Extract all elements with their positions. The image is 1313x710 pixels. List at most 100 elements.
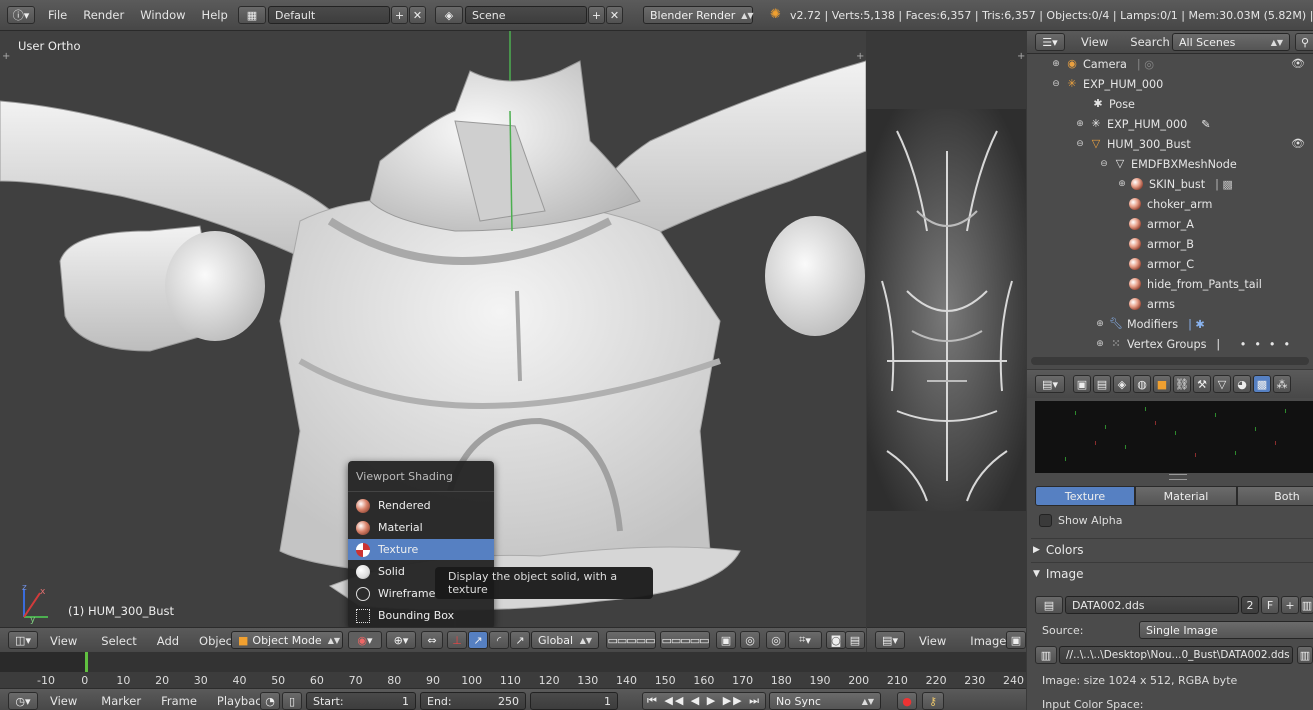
render-tab-icon[interactable]: ▣ xyxy=(1073,375,1091,393)
layout-remove-button[interactable]: ✕ xyxy=(409,6,426,24)
shading-option-texture[interactable]: Texture xyxy=(348,539,494,560)
render-still-button[interactable]: ◙ xyxy=(826,631,846,649)
expand-icon[interactable]: ⊕ xyxy=(1095,339,1105,349)
menu-view[interactable]: View xyxy=(1073,35,1116,49)
menu-file[interactable]: File xyxy=(40,8,75,22)
editor-type-button[interactable]: ◷ ▾ xyxy=(8,692,38,710)
texture-tab-icon[interactable]: ▩ xyxy=(1253,375,1271,393)
outliner-search-button[interactable]: ⚲ xyxy=(1295,33,1313,51)
region-plus-icon[interactable]: + xyxy=(856,51,864,62)
tree-row-vertex-groups[interactable]: ⊕ ⁙ Vertex Groups | •••• xyxy=(1095,334,1298,354)
tree-row-pose[interactable]: ✱ Pose xyxy=(1091,94,1135,114)
image-users-count[interactable]: 2 xyxy=(1241,596,1259,614)
source-dropdown[interactable]: Single Image xyxy=(1139,621,1313,639)
scene-browse-button[interactable]: ◈ xyxy=(435,6,463,24)
keying-set-button[interactable]: ◔ xyxy=(260,692,280,710)
tree-row-armor-b[interactable]: armor_B xyxy=(1129,234,1194,254)
expand-icon[interactable]: ⊕ xyxy=(1075,119,1085,129)
tree-row-arms[interactable]: arms xyxy=(1129,294,1175,314)
pivot-point-button[interactable]: ⊕ ▾ xyxy=(386,631,416,649)
expand-icon[interactable]: ⊕ xyxy=(1095,319,1105,329)
transform-orientation-dropdown[interactable]: Global ▲▼ xyxy=(531,631,599,649)
fake-user-button[interactable]: F xyxy=(1261,596,1279,614)
info-editor-type-button[interactable]: ⓘ ▾ xyxy=(7,6,35,24)
expand-icon[interactable]: ⊕ xyxy=(1051,59,1061,69)
scene-add-button[interactable]: + xyxy=(588,6,605,24)
outliner[interactable]: ☰ ▾ View Search All Scenes ▲▼ ⚲ ⊕ ◉ Camera | … xyxy=(1027,31,1313,369)
scene-remove-button[interactable]: ✕ xyxy=(606,6,623,24)
lock-camera-button[interactable]: ▣ xyxy=(716,631,736,649)
shading-option-material[interactable]: Material xyxy=(348,517,494,538)
render-anim-button[interactable]: ▤ xyxy=(845,631,865,649)
tree-row-choker-arm[interactable]: choker_arm xyxy=(1129,194,1212,214)
current-frame-field[interactable]: 1 xyxy=(530,692,618,710)
manipulator-toggle[interactable]: ⇔ xyxy=(421,631,443,649)
editor-type-button[interactable]: ▤ ▾ xyxy=(1035,375,1065,393)
filebrowser-button[interactable]: ▥ xyxy=(1297,646,1313,664)
proportional-edit-button[interactable]: ◎ xyxy=(766,631,786,649)
playback-controls[interactable]: ⏮ ◀◀ ◀ ▶ ▶▶ ⏭ xyxy=(642,692,766,710)
tree-row-mesh-node[interactable]: ⊖ ▽ EMDFBXMeshNode xyxy=(1099,154,1237,174)
editor-type-button[interactable]: ☰ ▾ xyxy=(1035,33,1065,51)
layout-browse-button[interactable]: ▦ xyxy=(238,6,266,24)
resize-grip-icon[interactable] xyxy=(1169,474,1187,480)
menu-help[interactable]: Help xyxy=(194,8,236,22)
show-alpha-checkbox[interactable] xyxy=(1039,514,1052,527)
modifiers-tab-icon[interactable]: ⚒ xyxy=(1193,375,1211,393)
start-frame-field[interactable]: Start: 1 xyxy=(306,692,416,710)
panel-colors-header[interactable]: ▶ Colors xyxy=(1033,540,1084,560)
editor-type-button[interactable]: ▤ ▾ xyxy=(875,631,905,649)
world-tab-icon[interactable]: ◍ xyxy=(1133,375,1151,393)
visibility-eye-icon[interactable]: 👁︎ xyxy=(1291,137,1305,150)
outliner-scrollbar[interactable] xyxy=(1031,357,1309,365)
data-tab-icon[interactable]: ▽ xyxy=(1213,375,1231,393)
menu-frame[interactable]: Frame xyxy=(153,694,205,708)
region-plus-icon[interactable]: + xyxy=(1017,51,1025,62)
render-only-button[interactable]: ◎ xyxy=(740,631,760,649)
menu-view[interactable]: View xyxy=(42,694,85,708)
image-browse-button[interactable]: ▤ xyxy=(1035,596,1063,614)
new-image-button[interactable]: + xyxy=(1281,596,1299,614)
image-editor[interactable]: + xyxy=(867,31,1026,627)
tab-both[interactable]: Both xyxy=(1237,486,1313,506)
tree-row-armature-data[interactable]: ⊕ ✳ EXP_HUM_000 ✎ xyxy=(1075,114,1210,134)
panel-image-header[interactable]: ▼ Image xyxy=(1033,564,1084,584)
menu-search[interactable]: Search xyxy=(1122,35,1178,49)
end-frame-field[interactable]: End: 250 xyxy=(420,692,526,710)
viewport-shading-button[interactable]: ◉ ▾ xyxy=(348,631,382,649)
properties-editor[interactable]: ▤ ▾ ▣ ▤ ◈ ◍ ■ ⛓ ⚒ ▽ ◕ ▩ ⁂ Texture Materia… xyxy=(1027,370,1313,710)
transform-orientation-icon-button[interactable]: ↗ xyxy=(510,631,530,649)
constraints-tab-icon[interactable]: ⛓ xyxy=(1173,375,1191,393)
scale-manipulator-button[interactable]: ◜ xyxy=(489,631,509,649)
menu-render[interactable]: Render xyxy=(75,8,132,22)
pack-button[interactable]: ▥ xyxy=(1035,646,1057,664)
layer-buttons-a[interactable]: ▭▭▭▭▭ xyxy=(606,631,656,649)
keying-button[interactable]: ⚷ xyxy=(922,692,944,710)
image-name-field[interactable]: DATA002.dds xyxy=(1065,596,1239,614)
tree-row-skin-bust[interactable]: ⊕ SKIN_bust | ▩ xyxy=(1117,174,1233,194)
tree-row-armor-a[interactable]: armor_A xyxy=(1129,214,1194,234)
render-layers-tab-icon[interactable]: ▤ xyxy=(1093,375,1111,393)
snap-element-button[interactable]: ⌗ ▾ xyxy=(788,631,822,649)
material-tab-icon[interactable]: ◕ xyxy=(1233,375,1251,393)
region-plus-icon[interactable]: + xyxy=(2,51,10,62)
menu-view[interactable]: View xyxy=(42,634,85,648)
collapse-icon[interactable]: ⊖ xyxy=(1099,159,1109,169)
menu-select[interactable]: Select xyxy=(93,634,144,648)
tab-material[interactable]: Material xyxy=(1135,486,1237,506)
mode-dropdown[interactable]: ■ Object Mode ▲▼ xyxy=(231,631,343,649)
menu-view[interactable]: View xyxy=(911,634,954,648)
scene-name-field[interactable]: Scene xyxy=(465,6,587,24)
layer-buttons-b[interactable]: ▭▭▭▭▭ xyxy=(660,631,710,649)
image-browse-button[interactable]: ▣ xyxy=(1006,631,1026,649)
tab-texture[interactable]: Texture xyxy=(1035,486,1135,506)
particles-tab-icon[interactable]: ⁂ xyxy=(1273,375,1291,393)
shading-option-rendered[interactable]: Rendered xyxy=(348,495,494,516)
record-button[interactable]: ● xyxy=(897,692,917,710)
timeline[interactable]: -10 0 10 20 30 40 50 60 70 80 90 100 110 120 130 140 150… xyxy=(0,652,1026,710)
sync-dropdown[interactable]: No Sync ▲▼ xyxy=(769,692,881,710)
object-tab-icon[interactable]: ■ xyxy=(1153,375,1171,393)
layout-add-button[interactable]: + xyxy=(391,6,408,24)
tree-row-hide-from-pants-tail[interactable]: hide_from_Pants_tail xyxy=(1129,274,1262,294)
scene-tab-icon[interactable]: ◈ xyxy=(1113,375,1131,393)
